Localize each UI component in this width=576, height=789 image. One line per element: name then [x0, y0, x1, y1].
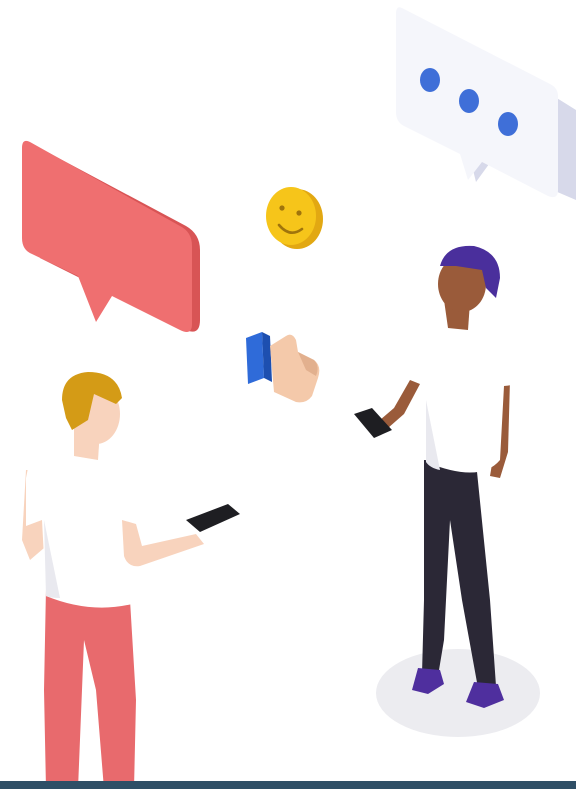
typing-bubble-icon — [396, 7, 576, 200]
smiley-face-icon — [266, 187, 323, 249]
speech-bubble-icon — [22, 140, 200, 332]
right-person-figure — [354, 245, 522, 708]
illustration-scene — [0, 0, 576, 789]
thumbs-up-icon — [246, 332, 320, 403]
left-phone-icon — [186, 504, 240, 532]
bottom-bar — [0, 781, 576, 789]
floor-shadow — [376, 649, 540, 737]
illustration-svg — [22, 7, 576, 789]
left-person-figure — [22, 372, 240, 789]
